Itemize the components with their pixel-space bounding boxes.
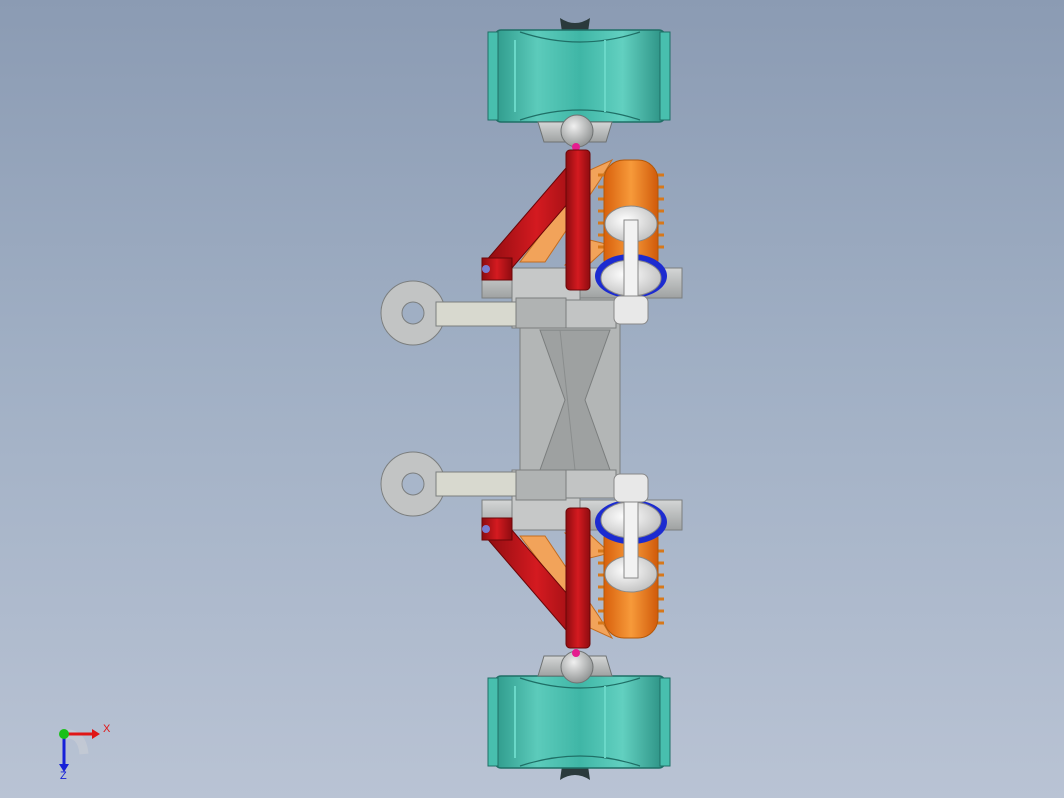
x-axis-label: X	[103, 723, 111, 735]
y-axis-dot	[59, 729, 69, 739]
suspension-assembly-model[interactable]	[0, 0, 1064, 798]
ball-joint-bottom	[572, 649, 580, 657]
orientation-triad: X Z	[59, 723, 111, 780]
wheel-bottom[interactable]	[487, 675, 671, 780]
z-axis-label: Z	[60, 770, 67, 780]
graphics-viewport[interactable]: X Z	[0, 0, 1064, 798]
wheel-top[interactable]	[487, 18, 671, 123]
shock-absorber-bottom[interactable]	[595, 473, 667, 639]
